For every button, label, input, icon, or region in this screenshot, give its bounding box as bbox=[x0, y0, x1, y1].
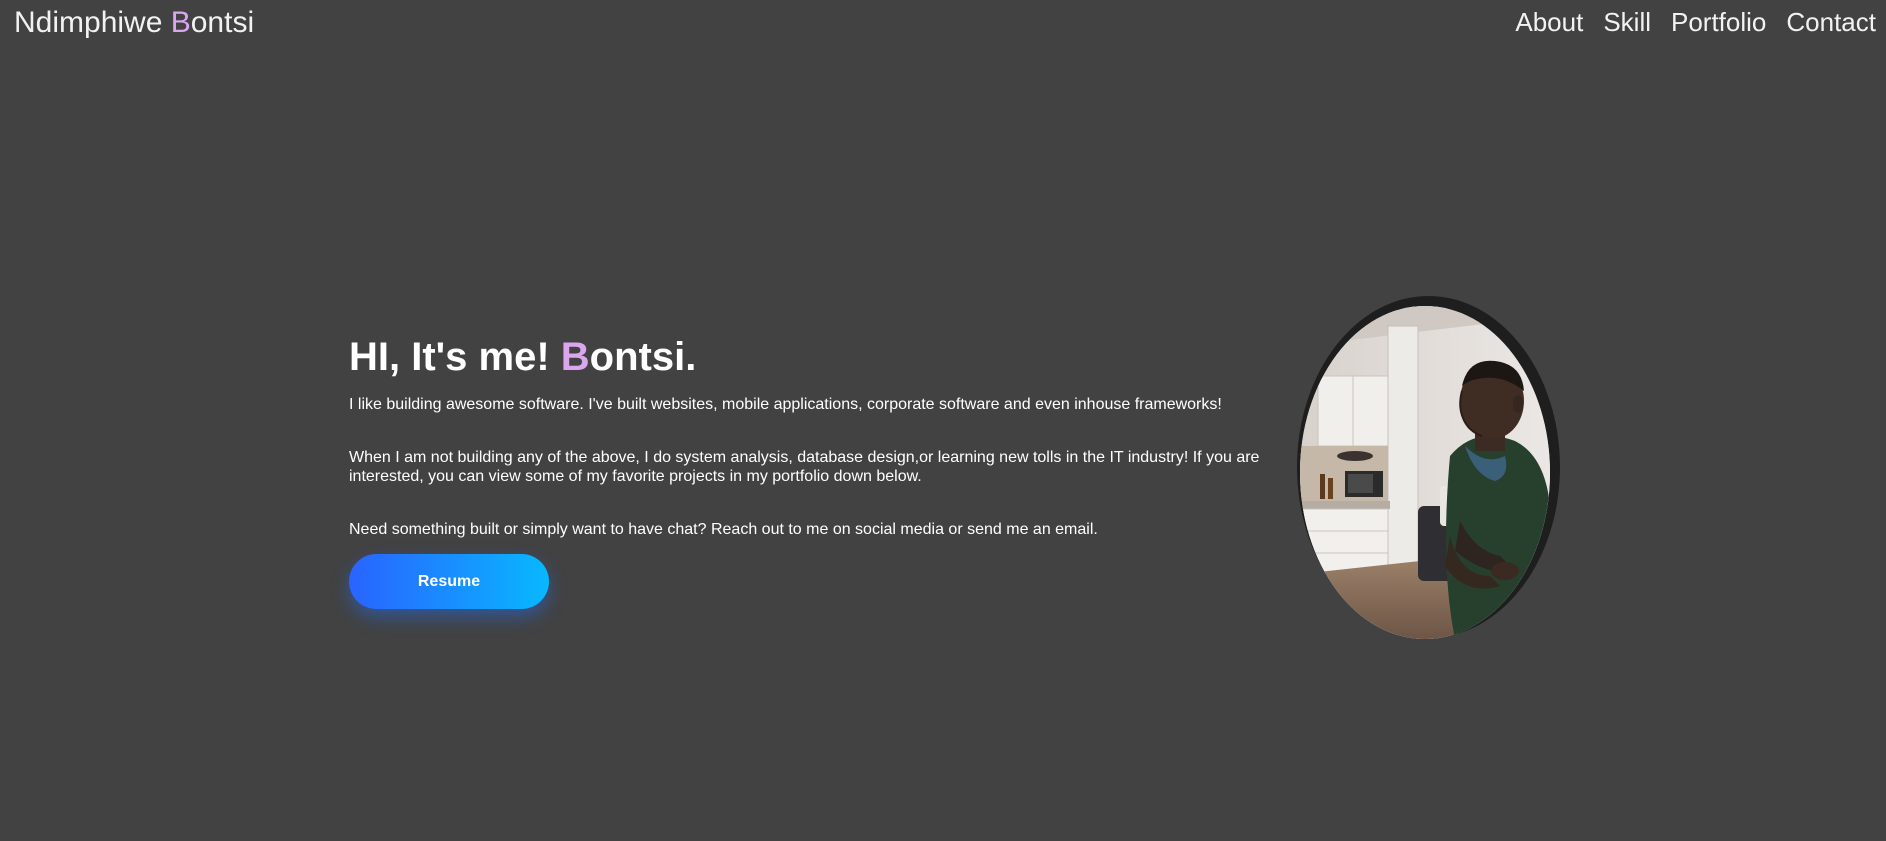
nav-contact-link[interactable]: Contact bbox=[1786, 4, 1876, 40]
brand-first-name: Ndimphiwe bbox=[14, 6, 171, 39]
hero-greeting: HI, It's me! bbox=[349, 335, 561, 379]
hero-section: HI, It's me! Bontsi. I like building awe… bbox=[349, 332, 1279, 609]
hero-heading: HI, It's me! Bontsi. bbox=[349, 332, 1279, 382]
nav-portfolio-link[interactable]: Portfolio bbox=[1671, 4, 1766, 40]
page: Ndimphiwe Bontsi About Skill Portfolio C… bbox=[0, 0, 1886, 841]
brand-rest: ontsi bbox=[190, 6, 255, 39]
nav-about-link[interactable]: About bbox=[1515, 4, 1583, 40]
brand-initial: B bbox=[170, 6, 191, 39]
hero-name-rest: ontsi. bbox=[589, 335, 697, 379]
intro-paragraph: I like building awesome software. I've b… bbox=[349, 396, 1222, 413]
brand-logo[interactable]: Ndimphiwe Bontsi bbox=[14, 4, 254, 42]
main-nav: About Skill Portfolio Contact bbox=[1515, 4, 1876, 40]
about-paragraph: When I am not building any of the above,… bbox=[349, 449, 1260, 485]
contact-paragraph: Need something built or simply want to h… bbox=[349, 521, 1098, 538]
profile-photo bbox=[1300, 306, 1550, 639]
profile-photo-image bbox=[1300, 306, 1550, 639]
hero-name-initial: B bbox=[560, 335, 590, 379]
resume-button[interactable]: Resume bbox=[349, 554, 549, 609]
nav-skill-link[interactable]: Skill bbox=[1603, 4, 1651, 40]
